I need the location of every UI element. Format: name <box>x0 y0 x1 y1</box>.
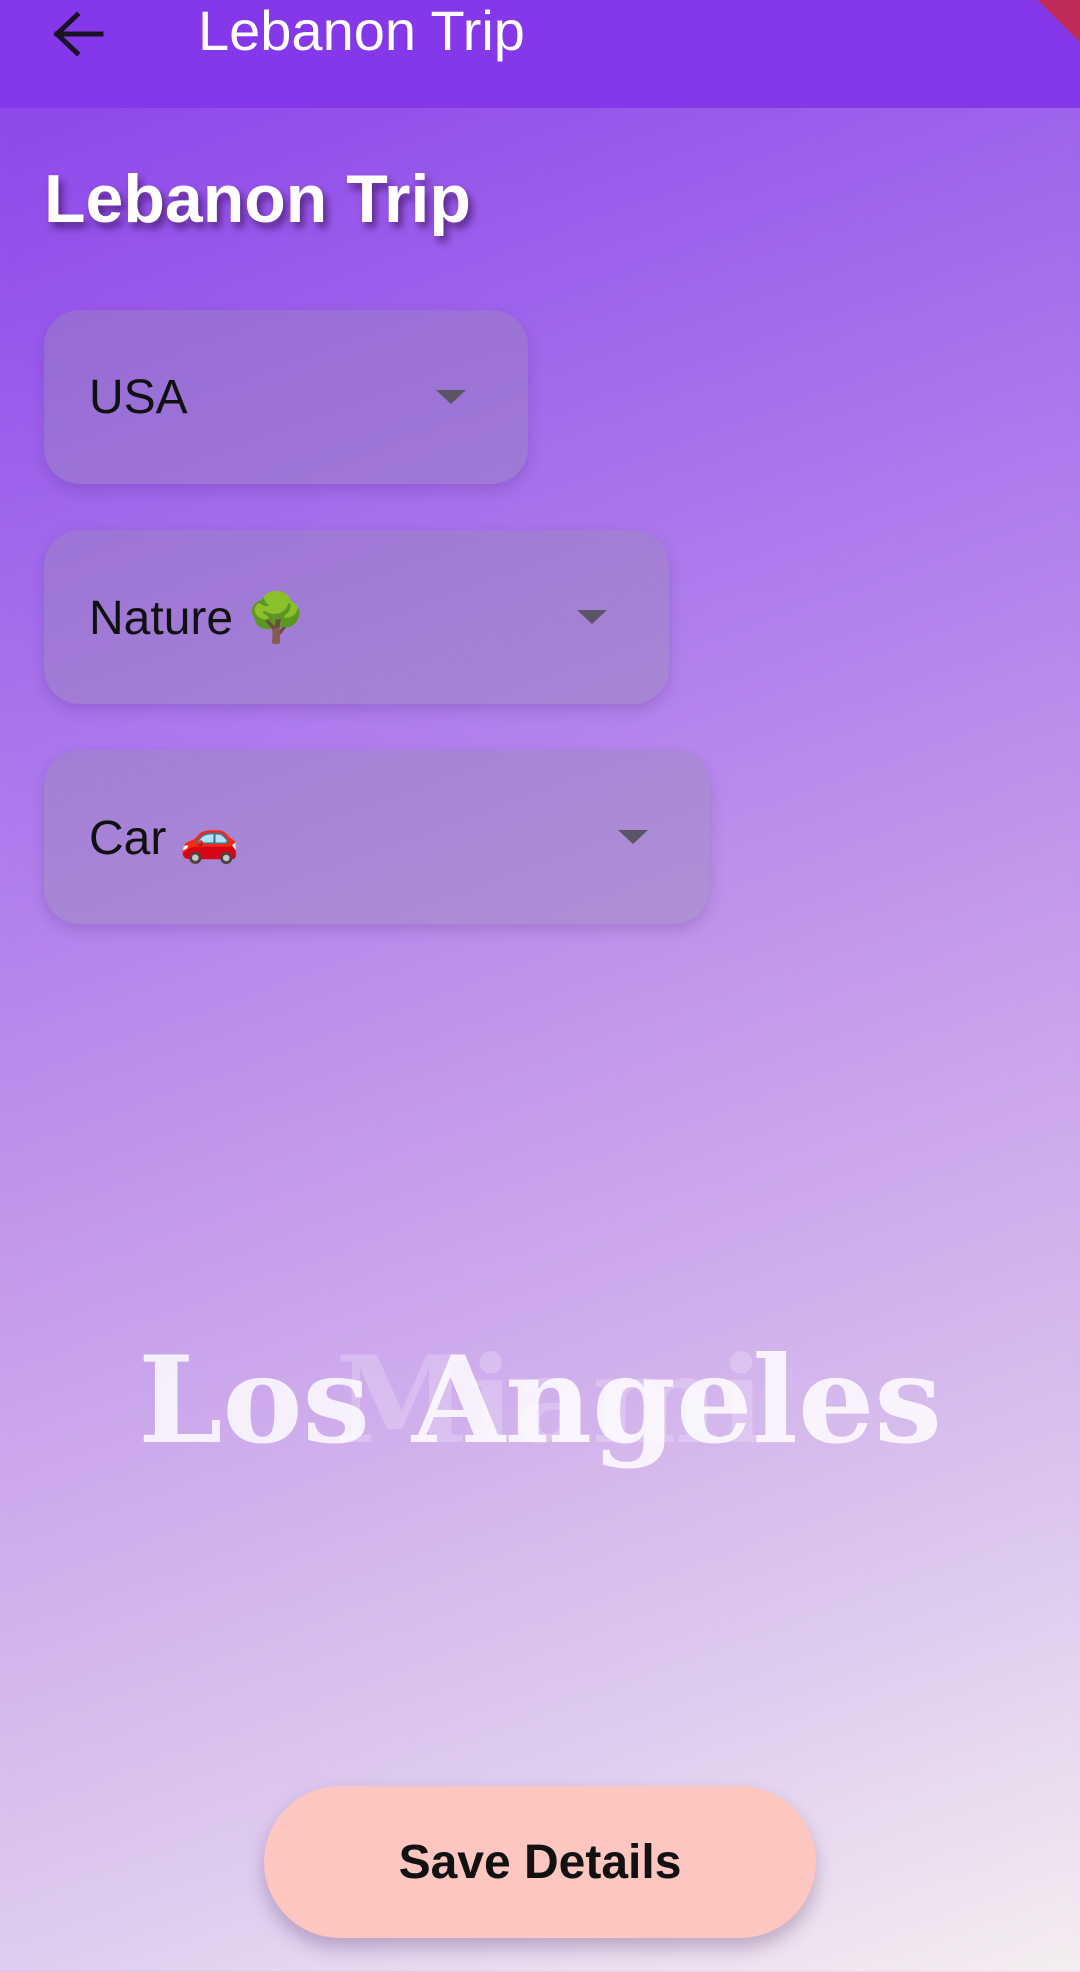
chevron-down-icon <box>577 610 607 624</box>
debug-banner <box>999 0 1080 61</box>
app-bar-title: Lebanon Trip <box>198 0 525 62</box>
transport-dropdown-value: Car 🚗 <box>89 811 240 865</box>
chevron-down-icon <box>618 830 648 844</box>
page-title: Lebanon Trip <box>44 161 471 237</box>
country-dropdown-value: USA <box>89 370 188 424</box>
back-button[interactable] <box>38 0 118 68</box>
save-details-button[interactable]: Save Details <box>264 1786 816 1938</box>
transport-dropdown[interactable]: Car 🚗 <box>44 750 710 924</box>
trip-type-dropdown[interactable]: Nature 🌳 <box>44 530 669 704</box>
arrow-left-icon <box>53 11 104 57</box>
chevron-down-icon <box>436 390 466 404</box>
trip-type-dropdown-value: Nature 🌳 <box>89 591 307 645</box>
app-bar: Lebanon Trip <box>0 0 1080 108</box>
current-city-label: Los Angeles <box>138 1330 942 1471</box>
country-dropdown[interactable]: USA <box>44 310 528 484</box>
